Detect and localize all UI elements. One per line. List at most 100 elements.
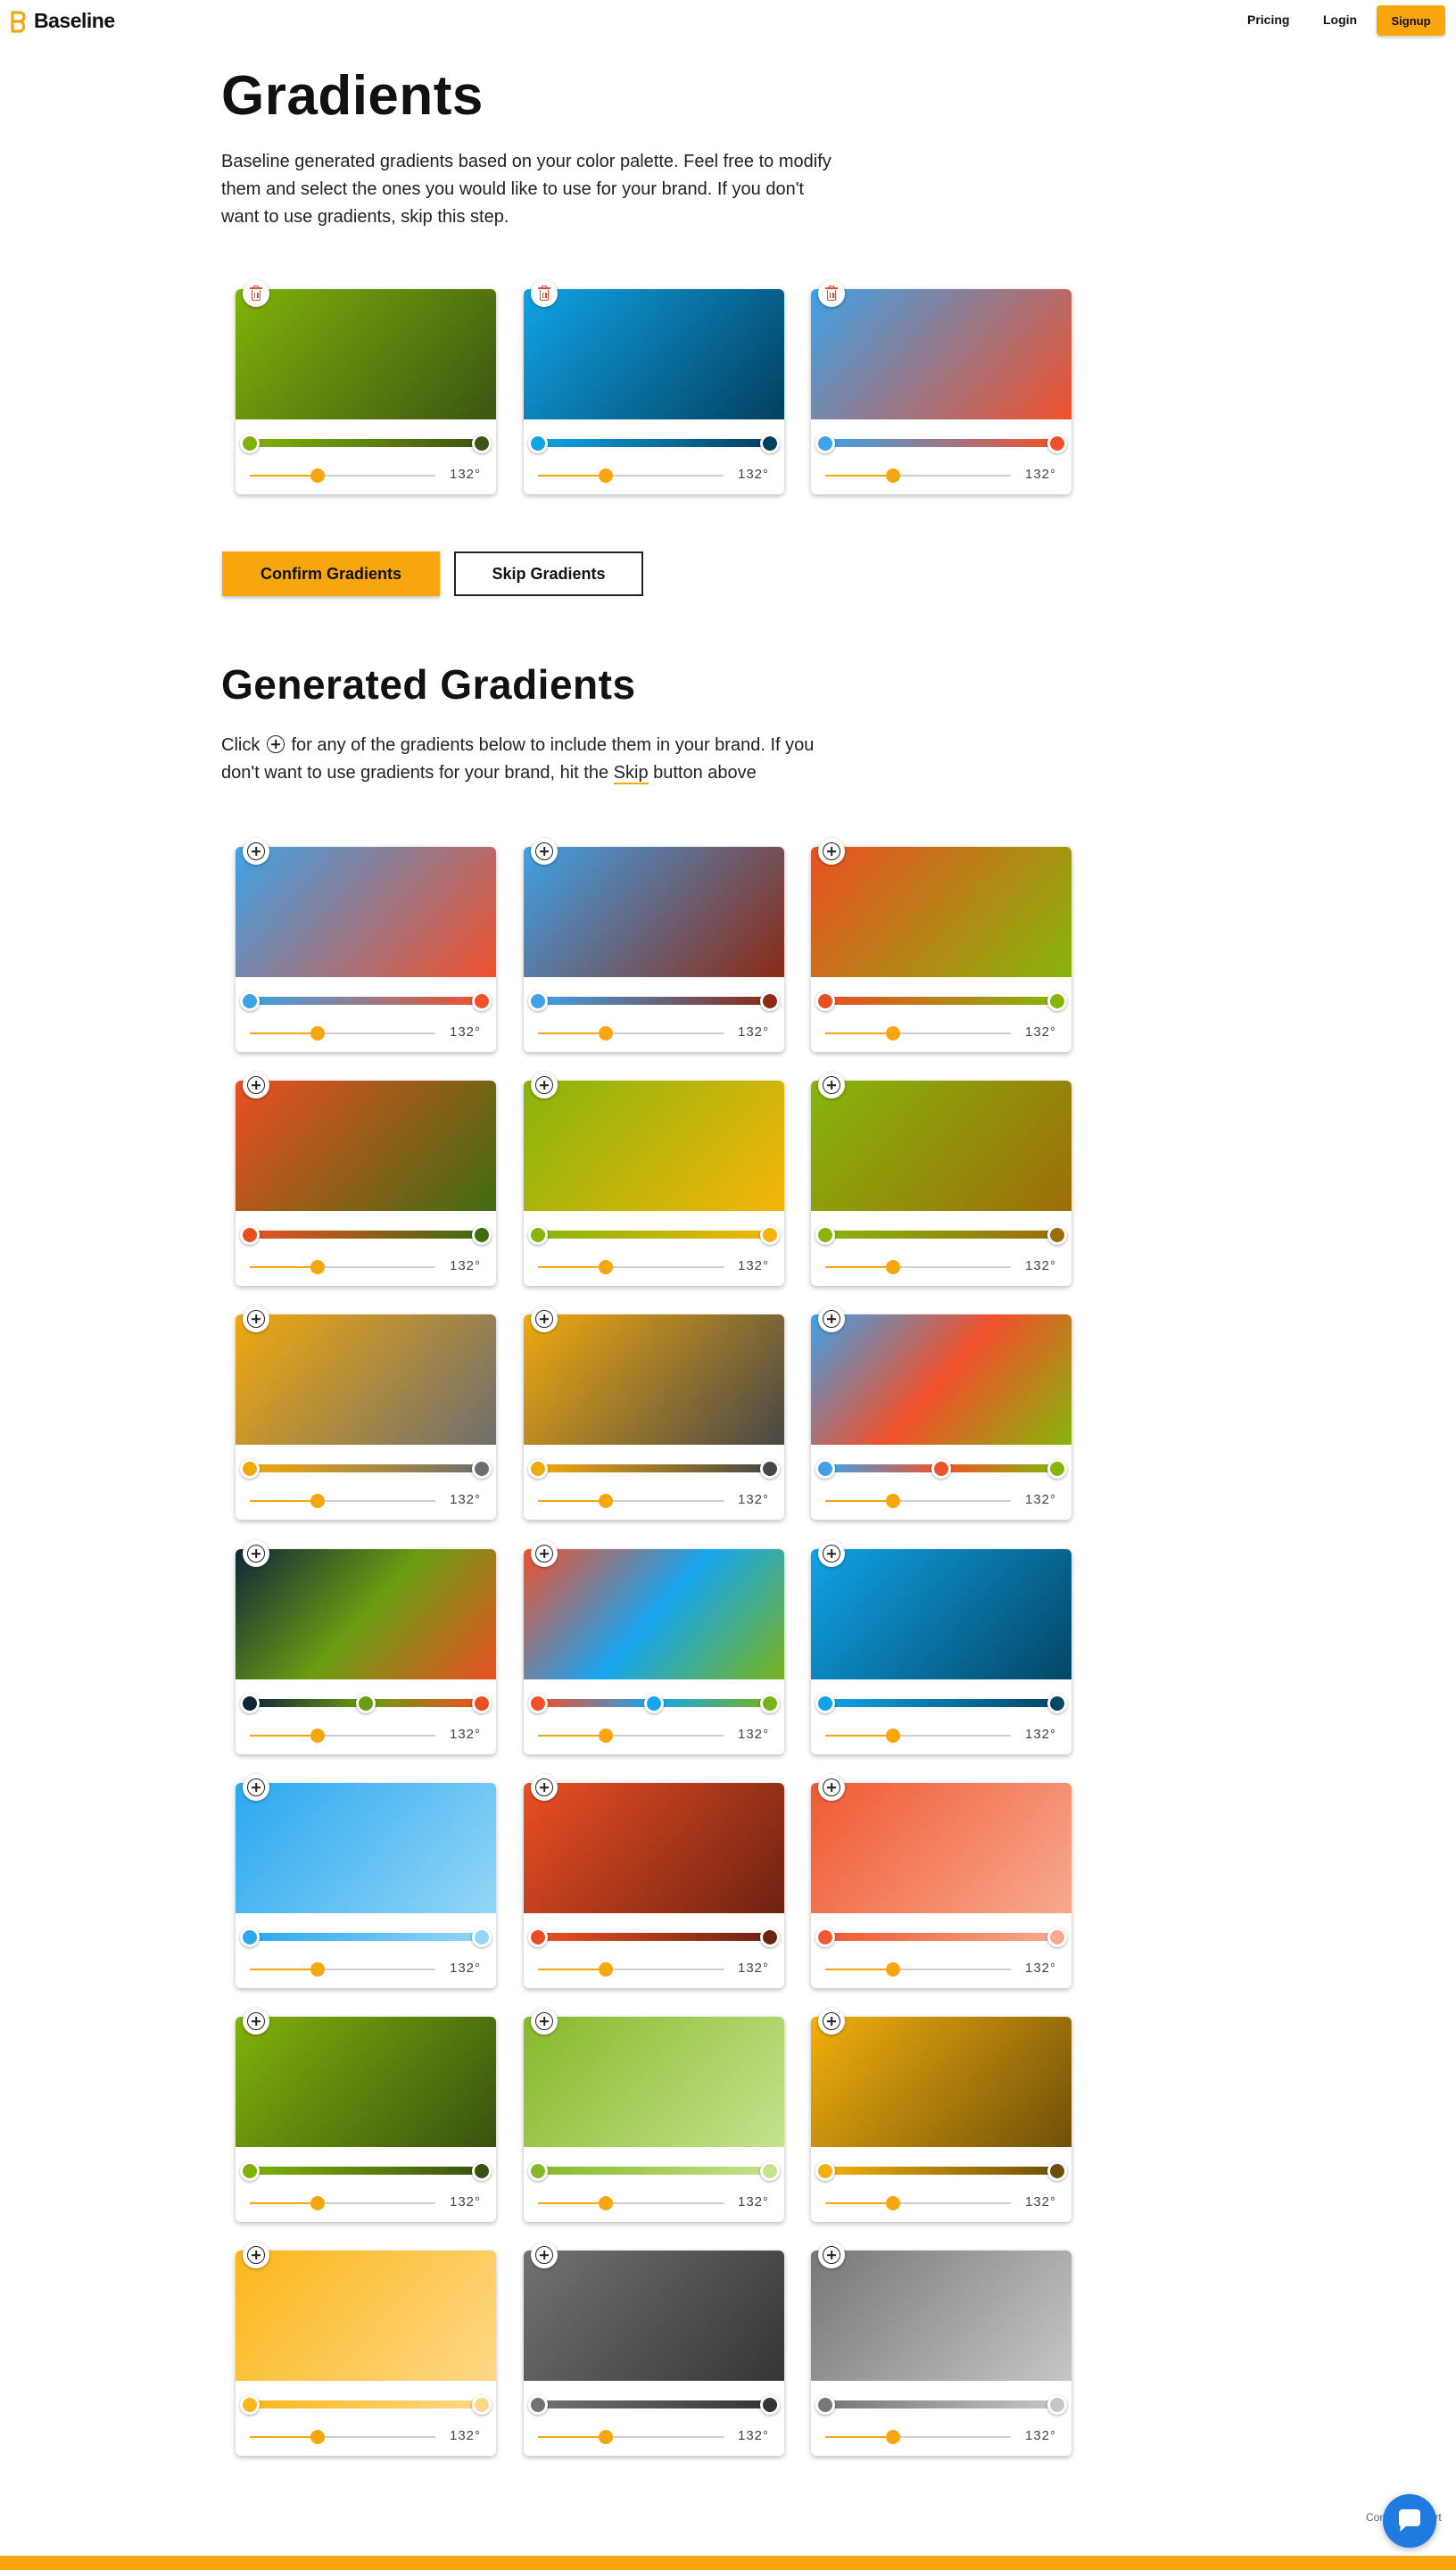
gradient-card[interactable]: 132° [236,2008,496,2222]
gradient-card[interactable]: 132° [236,2242,496,2456]
color-stop-handle[interactable] [1047,1928,1067,1947]
add-gradient-button[interactable] [818,1306,845,1332]
brand-logo[interactable]: Baseline [9,9,115,33]
color-stop-handle[interactable] [760,1928,780,1947]
color-stop-handle[interactable] [815,2161,835,2181]
gradient-card[interactable]: 132° [236,1072,496,1286]
gradient-card[interactable]: 132° [236,1774,496,1988]
color-stop-handle[interactable] [472,1694,492,1713]
color-stop-handle[interactable] [528,1928,548,1947]
angle-slider[interactable] [538,1026,724,1040]
add-gradient-button[interactable] [818,1774,845,1801]
angle-slider[interactable] [538,1494,724,1508]
add-gradient-button[interactable] [531,1072,558,1098]
color-stop-handle[interactable] [240,1694,260,1713]
angle-slider[interactable] [538,2430,724,2444]
gradient-card[interactable]: 132° [811,1540,1071,1754]
angle-slider-knob[interactable] [310,1026,326,1040]
gradient-card[interactable]: 132° [811,2008,1071,2222]
color-stop-handle[interactable] [1047,1225,1067,1245]
angle-slider-knob[interactable] [310,1494,326,1508]
angle-slider[interactable] [825,1026,1011,1040]
color-stop-handle[interactable] [240,991,260,1011]
color-stop-handle[interactable] [815,1225,835,1245]
gradient-card[interactable]: 132° [524,280,784,494]
add-gradient-button[interactable] [243,1072,269,1098]
angle-slider[interactable] [250,2430,435,2444]
color-stop-handle[interactable] [472,991,492,1011]
gradient-card[interactable]: 132° [524,1306,784,1520]
color-stop-handle[interactable] [644,1694,664,1713]
color-stop-handle[interactable] [815,1694,835,1713]
angle-slider-knob[interactable] [310,1962,326,1977]
color-stop-handle[interactable] [472,1459,492,1479]
gradient-card[interactable]: 132° [811,2242,1071,2456]
color-stop-handle[interactable] [528,1459,548,1479]
add-gradient-button[interactable] [243,2008,269,2035]
color-stop-handle[interactable] [760,2161,780,2181]
add-gradient-button[interactable] [243,1306,269,1332]
color-stop-handle[interactable] [1047,434,1067,453]
add-gradient-button[interactable] [531,1306,558,1332]
gradient-card[interactable]: 132° [811,1306,1071,1520]
angle-slider[interactable] [538,2196,724,2210]
color-stop-handle[interactable] [760,2395,780,2415]
color-stop-handle[interactable] [760,1694,780,1713]
gradient-card[interactable]: 132° [236,1306,496,1520]
color-stop-handle[interactable] [815,1459,835,1479]
add-gradient-button[interactable] [818,2242,845,2268]
gradient-card[interactable]: 132° [236,838,496,1052]
color-stop-handle[interactable] [472,2161,492,2181]
add-gradient-button[interactable] [818,2008,845,2035]
gradient-card[interactable]: 132° [524,838,784,1052]
angle-slider-knob[interactable] [886,2430,901,2444]
delete-gradient-button[interactable] [243,280,269,307]
angle-slider[interactable] [538,1962,724,1977]
angle-slider-knob[interactable] [310,2196,326,2210]
add-gradient-button[interactable] [531,1540,558,1567]
angle-slider-knob[interactable] [310,1729,326,1743]
angle-slider-knob[interactable] [886,1494,901,1508]
color-stop-handle[interactable] [472,2395,492,2415]
angle-slider[interactable] [825,1729,1011,1743]
nav-login-link[interactable]: Login [1323,12,1357,27]
angle-slider-knob[interactable] [599,1260,614,1274]
angle-slider-knob[interactable] [886,2196,901,2210]
color-stop-handle[interactable] [528,434,548,453]
add-gradient-button[interactable] [243,838,269,865]
delete-gradient-button[interactable] [818,280,845,307]
color-stop-handle[interactable] [356,1694,376,1713]
color-stop-handle[interactable] [760,991,780,1011]
angle-slider[interactable] [825,468,1011,483]
add-gradient-button[interactable] [243,2242,269,2268]
angle-slider[interactable] [825,1962,1011,1977]
gradient-card[interactable]: 132° [811,838,1071,1052]
signup-button[interactable]: Signup [1377,5,1445,36]
color-stop-handle[interactable] [528,991,548,1011]
angle-slider-knob[interactable] [599,1962,614,1977]
add-gradient-button[interactable] [531,838,558,865]
color-stop-handle[interactable] [760,434,780,453]
angle-slider-knob[interactable] [886,1962,901,1977]
gradient-card[interactable]: 132° [236,280,496,494]
add-gradient-button[interactable] [818,1072,845,1098]
angle-slider-knob[interactable] [599,2196,614,2210]
color-stop-handle[interactable] [1047,1459,1067,1479]
angle-slider[interactable] [250,1494,435,1508]
color-stop-handle[interactable] [472,434,492,453]
angle-slider-knob[interactable] [310,468,326,483]
color-stop-handle[interactable] [240,1928,260,1947]
angle-slider[interactable] [538,1729,724,1743]
angle-slider[interactable] [538,1260,724,1274]
gradient-card[interactable]: 132° [524,2242,784,2456]
color-stop-handle[interactable] [815,1928,835,1947]
confirm-gradients-button[interactable]: Confirm Gradients [222,551,440,596]
color-stop-handle[interactable] [815,434,835,453]
add-gradient-button[interactable] [531,2242,558,2268]
color-stop-handle[interactable] [240,434,260,453]
gradient-card[interactable]: 132° [524,1540,784,1754]
color-stop-handle[interactable] [760,1459,780,1479]
angle-slider-knob[interactable] [886,1026,901,1040]
color-stop-handle[interactable] [240,1225,260,1245]
gradient-card[interactable]: 132° [811,280,1071,494]
